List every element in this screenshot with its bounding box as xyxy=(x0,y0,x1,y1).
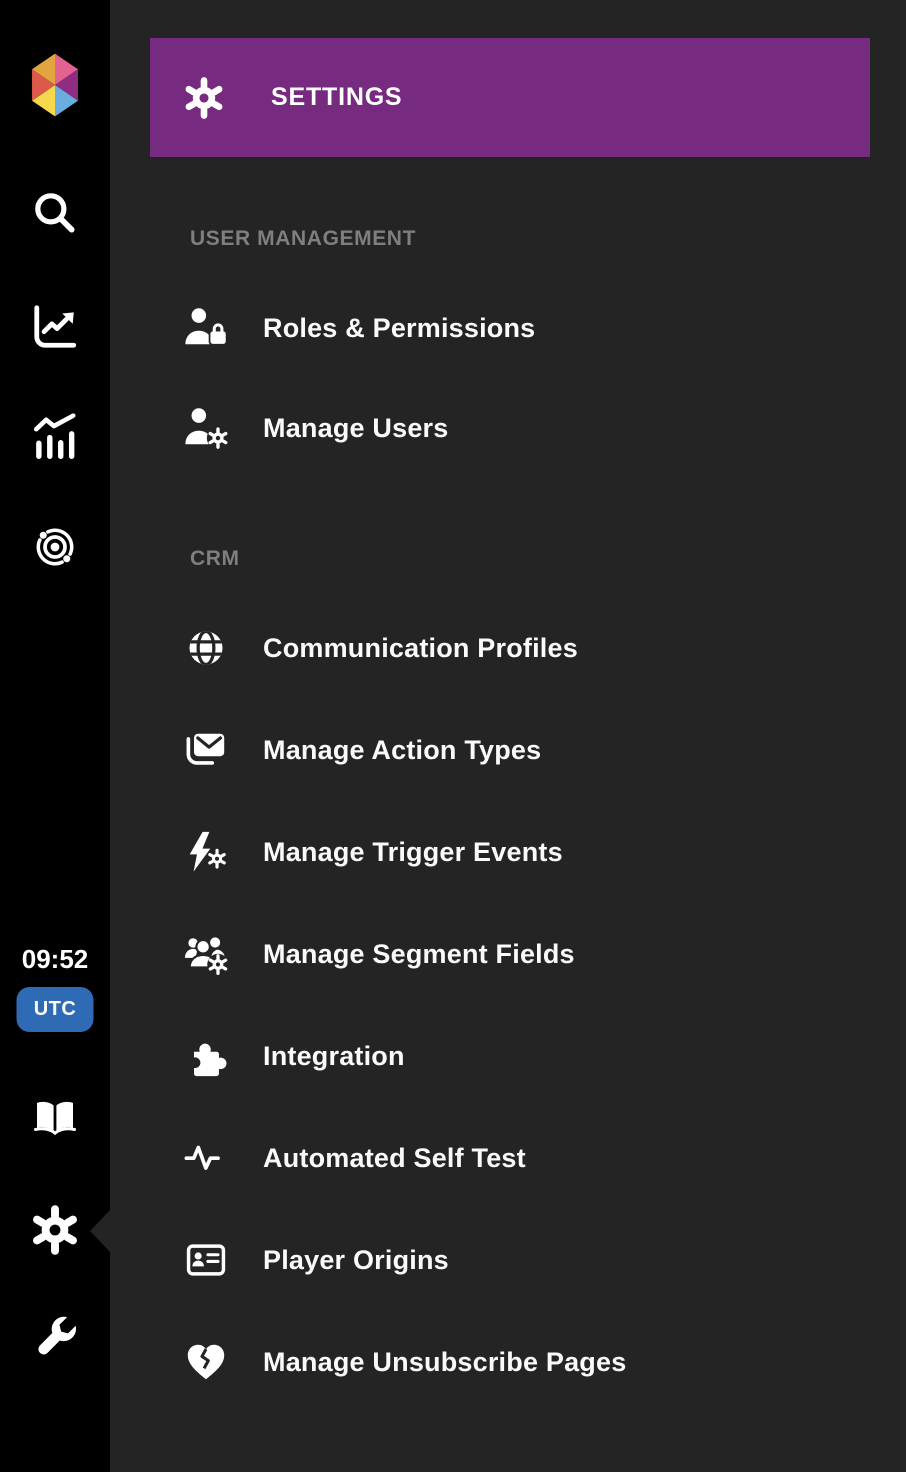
menu-item-player-origins[interactable]: Player Origins xyxy=(110,1209,906,1311)
menu-item-label: Automated Self Test xyxy=(263,1143,526,1174)
chart-bars-icon xyxy=(30,412,80,462)
user-gear-icon xyxy=(183,405,229,451)
menu-sections: USER MANAGEMENT Roles & Permissions Manag… xyxy=(110,157,906,1413)
menu-item-manage-action-types[interactable]: Manage Action Types xyxy=(110,699,906,801)
search-icon xyxy=(30,188,80,238)
settings-nav-button[interactable] xyxy=(30,1205,80,1255)
wrench-icon xyxy=(30,1310,80,1360)
logo-hexagon-icon xyxy=(26,51,84,119)
globe-icon xyxy=(183,625,229,671)
active-nav-indicator xyxy=(90,1210,110,1252)
menu-list: Communication Profiles Manage Action Typ… xyxy=(110,597,906,1413)
menu-item-label: Manage Trigger Events xyxy=(263,837,563,868)
chart-line-icon xyxy=(30,302,80,352)
menu-item-label: Manage Segment Fields xyxy=(263,939,575,970)
menu-item-label: Communication Profiles xyxy=(263,633,578,664)
clock-time: 09:52 xyxy=(0,944,110,975)
tools-nav-button[interactable] xyxy=(30,1310,80,1360)
app-logo[interactable] xyxy=(26,51,84,119)
docs-nav-button[interactable] xyxy=(31,1094,79,1142)
gear-icon xyxy=(183,77,225,119)
users-gear-icon xyxy=(183,931,229,977)
menu-item-manage-users[interactable]: Manage Users xyxy=(110,378,906,478)
menu-item-label: Manage Unsubscribe Pages xyxy=(263,1347,626,1378)
section-label: USER MANAGEMENT xyxy=(190,225,906,253)
user-lock-icon xyxy=(183,305,229,351)
settings-panel: SETTINGS USER MANAGEMENT Roles & Permiss… xyxy=(110,0,906,1472)
reports-nav-button[interactable] xyxy=(30,412,80,462)
menu-item-label: Roles & Permissions xyxy=(263,313,535,344)
settings-header[interactable]: SETTINGS xyxy=(150,38,870,157)
id-card-icon xyxy=(183,1237,229,1283)
book-icon xyxy=(31,1094,79,1142)
envelopes-icon xyxy=(183,727,229,773)
menu-item-label: Manage Action Types xyxy=(263,735,541,766)
gear-icon xyxy=(30,1205,80,1255)
orbit-target-icon xyxy=(30,522,80,572)
targets-nav-button[interactable] xyxy=(30,522,80,572)
heart-crack-icon xyxy=(183,1339,229,1385)
page-title: SETTINGS xyxy=(271,83,402,112)
menu-item-integration[interactable]: Integration xyxy=(110,1005,906,1107)
menu-item-label: Manage Users xyxy=(263,413,448,444)
menu-item-manage-segment-fields[interactable]: Manage Segment Fields xyxy=(110,903,906,1005)
section-crm: CRM Communication Profiles Manage Action… xyxy=(110,478,906,1413)
menu-list: Roles & Permissions Manage Users xyxy=(110,278,906,478)
menu-item-manage-trigger-events[interactable]: Manage Trigger Events xyxy=(110,801,906,903)
menu-item-label: Integration xyxy=(263,1041,405,1072)
menu-item-communication-profiles[interactable]: Communication Profiles xyxy=(110,597,906,699)
analytics-nav-button[interactable] xyxy=(30,302,80,352)
menu-item-manage-unsubscribe-pages[interactable]: Manage Unsubscribe Pages xyxy=(110,1311,906,1413)
wave-pulse-icon xyxy=(183,1135,229,1181)
menu-item-roles-permissions[interactable]: Roles & Permissions xyxy=(110,278,906,378)
bolt-gear-icon xyxy=(183,829,229,875)
timezone-badge[interactable]: UTC xyxy=(17,987,94,1032)
section-label: CRM xyxy=(190,545,906,573)
menu-item-automated-self-test[interactable]: Automated Self Test xyxy=(110,1107,906,1209)
search-nav-button[interactable] xyxy=(30,188,80,238)
section-user-management: USER MANAGEMENT Roles & Permissions Manag… xyxy=(110,157,906,478)
menu-item-label: Player Origins xyxy=(263,1245,449,1276)
puzzle-piece-icon xyxy=(183,1033,229,1079)
